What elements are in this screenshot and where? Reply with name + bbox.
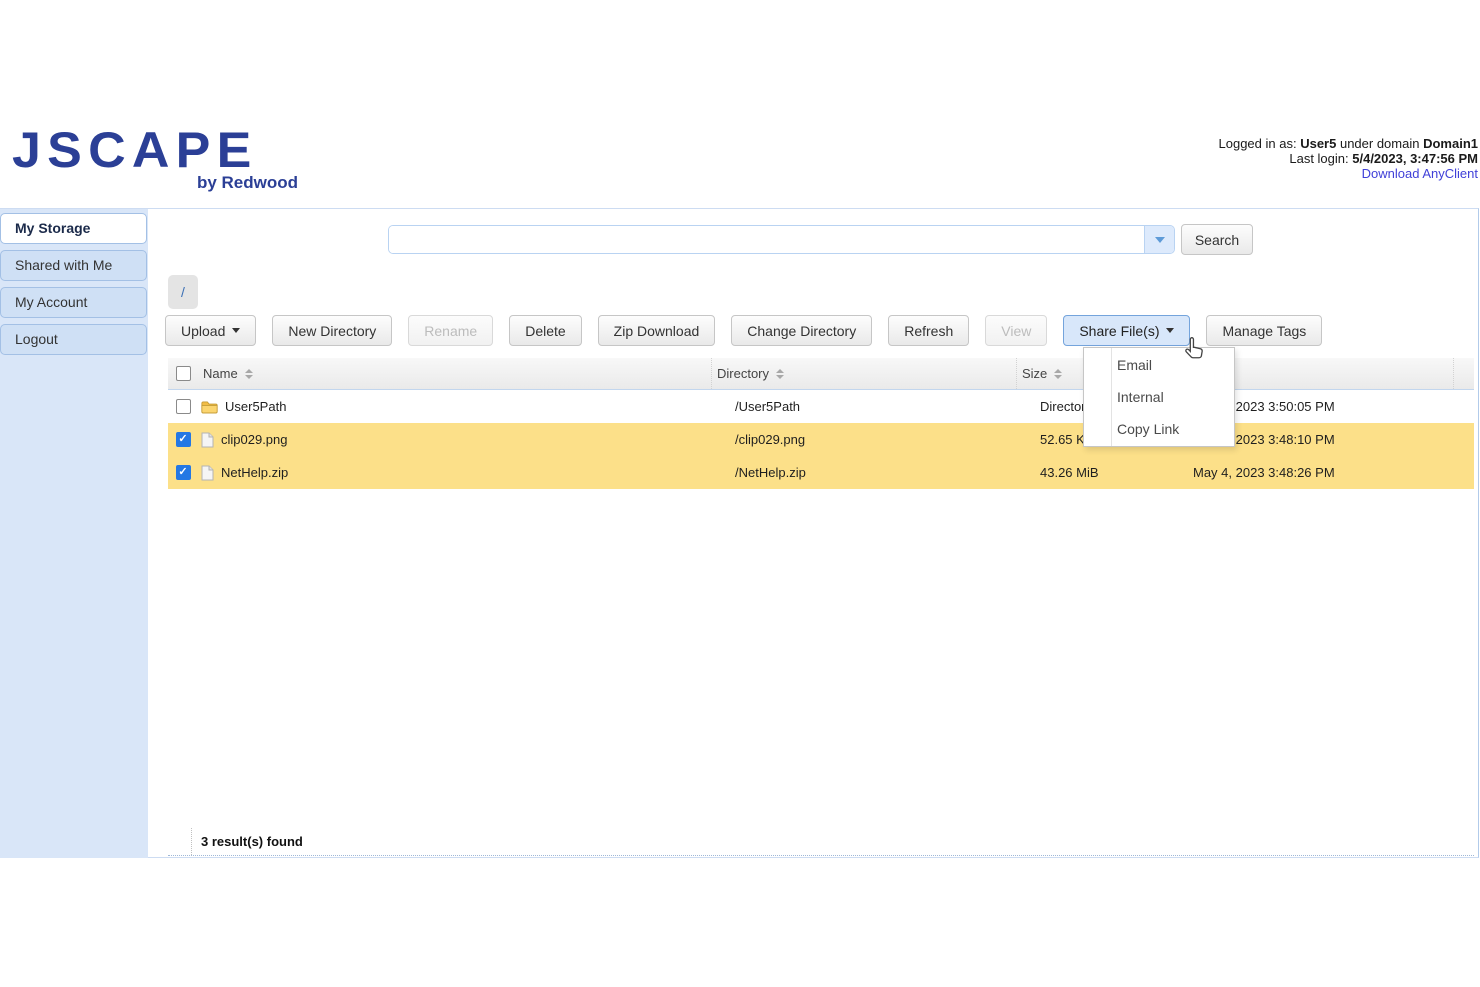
cell-size: 43.26 MiB [1017, 465, 1187, 480]
breadcrumb[interactable]: / [168, 275, 198, 309]
result-count: 3 result(s) found [192, 834, 303, 849]
username: User5 [1300, 136, 1336, 151]
main-panel: My Storage Shared with Me My Account Logout… [0, 208, 1479, 858]
footer-gutter [168, 828, 192, 855]
cell-directory: /clip029.png [712, 432, 1017, 447]
sort-icon [776, 369, 784, 379]
button-label: New Directory [288, 323, 376, 339]
sidebar: My Storage Shared with Me My Account Logout [0, 209, 148, 858]
last-login-label: Last login: [1289, 151, 1348, 166]
file-table: Name Directory Size Date User5Path/User5… [168, 358, 1474, 489]
share-file-s-button[interactable]: Share File(s) [1063, 315, 1190, 346]
share-menu: EmailInternalCopy Link [1083, 347, 1235, 447]
file-icon [201, 432, 214, 448]
toolbar: Upload New Directory Rename Delete Zip Downl… [165, 315, 1322, 346]
last-login-line: Last login: 5/4/2023, 3:47:56 PM [1219, 151, 1479, 166]
button-label: Change Directory [747, 323, 856, 339]
logged-in-prefix: Logged in as: [1219, 136, 1297, 151]
under-domain-text: under domain [1340, 136, 1420, 151]
table-footer: 3 result(s) found [168, 828, 1474, 856]
button-label: Zip Download [614, 323, 700, 339]
search-box [388, 225, 1175, 254]
delete-button[interactable]: Delete [509, 315, 581, 346]
last-login-value: 5/4/2023, 3:47:56 PM [1352, 151, 1478, 166]
new-directory-button[interactable]: New Directory [272, 315, 392, 346]
sidebar-item-logout[interactable]: Logout [0, 324, 147, 355]
cell-name: User5Path [198, 399, 712, 414]
sidebar-item-shared-with-me[interactable]: Shared with Me [0, 250, 147, 281]
search-button[interactable]: Search [1181, 224, 1253, 255]
file-name[interactable]: clip029.png [221, 432, 288, 447]
chevron-down-icon [1155, 237, 1165, 243]
button-label: Refresh [904, 323, 953, 339]
logo-text: JSCAPE [12, 124, 312, 176]
user-info: Logged in as: User5 under domain Domain1… [1219, 136, 1479, 181]
select-all-checkbox[interactable] [176, 366, 191, 381]
row-checkbox[interactable]: ✓ [176, 432, 191, 447]
row-checkbox-cell [168, 399, 198, 414]
cell-date: May 4, 2023 3:48:26 PM [1187, 465, 1454, 480]
change-directory-button[interactable]: Change Directory [731, 315, 872, 346]
cell-directory: /NetHelp.zip [712, 465, 1017, 480]
menu-item-email[interactable]: Email [1084, 349, 1234, 381]
column-header-directory[interactable]: Directory [712, 358, 1017, 389]
button-label: Share File(s) [1079, 323, 1159, 339]
domain-name: Domain1 [1423, 136, 1478, 151]
cell-name: NetHelp.zip [198, 465, 712, 481]
table-body: User5Path/User5PathDirectoryMay 4, 2023 … [168, 390, 1474, 489]
download-anyclient-link[interactable]: Download AnyClient [1219, 166, 1479, 181]
menu-gutter-divider [1111, 348, 1112, 446]
caret-down-icon [1166, 328, 1174, 333]
zip-download-button[interactable]: Zip Download [598, 315, 716, 346]
upload-button[interactable]: Upload [165, 315, 256, 346]
button-label: Rename [424, 323, 477, 339]
menu-item-internal[interactable]: Internal [1084, 381, 1234, 413]
cell-name: clip029.png [198, 432, 712, 448]
menu-item-copy-link[interactable]: Copy Link [1084, 413, 1234, 445]
logged-in-line: Logged in as: User5 under domain Domain1 [1219, 136, 1479, 151]
sort-icon [1054, 369, 1062, 379]
row-checkbox-cell: ✓ [168, 465, 198, 480]
caret-down-icon [232, 328, 240, 333]
rename-button: Rename [408, 315, 493, 346]
button-label: Upload [181, 323, 225, 339]
row-checkbox[interactable]: ✓ [176, 465, 191, 480]
view-button: View [985, 315, 1047, 346]
row-checkbox-cell: ✓ [168, 432, 198, 447]
jscape-logo: JSCAPE by Redwood [12, 124, 300, 193]
table-row-nethelp-zip[interactable]: ✓ NetHelp.zip/NetHelp.zip43.26 MiBMay 4, … [168, 456, 1474, 489]
sidebar-item-my-storage[interactable]: My Storage [0, 213, 147, 244]
header-spacer-cell [1454, 358, 1474, 389]
column-header-name[interactable]: Name [198, 358, 712, 389]
table-row-user5path[interactable]: User5Path/User5PathDirectoryMay 4, 2023 … [168, 390, 1474, 423]
sort-icon [245, 369, 253, 379]
folder-icon [201, 400, 218, 414]
button-label: View [1001, 323, 1031, 339]
row-checkbox[interactable] [176, 399, 191, 414]
search-input[interactable] [389, 226, 1144, 253]
table-row-clip029-png[interactable]: ✓clip029.png/clip029.png52.65 KiBMay 4, … [168, 423, 1474, 456]
manage-tags-button[interactable]: Manage Tags [1206, 315, 1322, 346]
cell-directory: /User5Path [712, 399, 1017, 414]
file-icon [201, 465, 214, 481]
button-label: Delete [525, 323, 565, 339]
search-dropdown-toggle[interactable] [1144, 226, 1174, 253]
button-label: Manage Tags [1222, 323, 1306, 339]
sidebar-item-my-account[interactable]: My Account [0, 287, 147, 318]
table-header-row: Name Directory Size Date [168, 358, 1474, 390]
refresh-button[interactable]: Refresh [888, 315, 969, 346]
file-name[interactable]: NetHelp.zip [221, 465, 288, 480]
header-checkbox-cell [168, 366, 198, 381]
file-name[interactable]: User5Path [225, 399, 286, 414]
